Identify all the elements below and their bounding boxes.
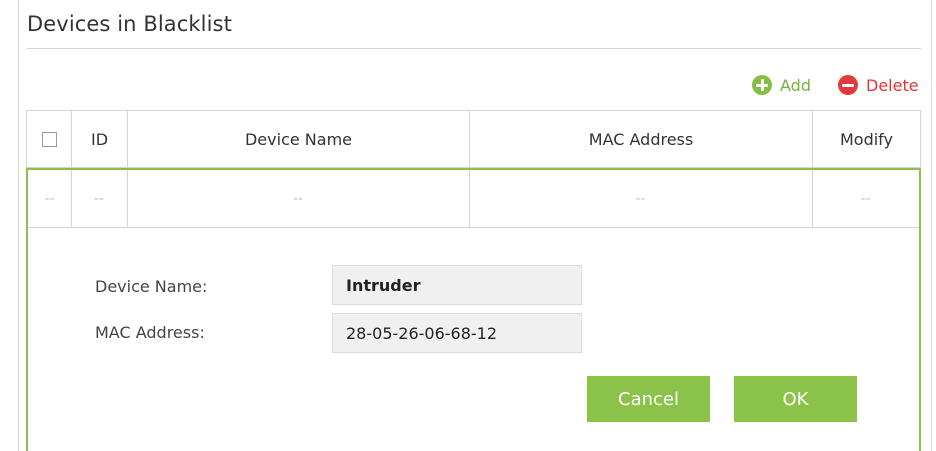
column-header-modify: Modify (812, 110, 921, 168)
select-all-checkbox[interactable] (41, 131, 57, 147)
ok-button[interactable]: OK (734, 376, 857, 422)
device-name-label: Device Name: (95, 277, 208, 296)
column-header-id: ID (71, 110, 128, 168)
mac-address-input[interactable] (332, 313, 582, 353)
minus-circle-icon (838, 75, 858, 95)
add-button-label: Add (780, 75, 811, 95)
edit-entry-panel: -- -- -- -- -- Device Name: MAC Address:… (26, 168, 921, 451)
delete-button[interactable]: Delete (838, 74, 919, 96)
header-select-all (26, 110, 72, 168)
editing-row-cell-id: -- (71, 170, 128, 228)
plus-circle-icon (752, 75, 772, 95)
mac-address-label: MAC Address: (95, 323, 205, 342)
device-name-input[interactable] (332, 265, 582, 305)
section-title: Devices in Blacklist (27, 12, 232, 36)
add-button[interactable]: Add (752, 74, 811, 96)
editing-row-cell-device-name: -- (127, 170, 470, 228)
delete-button-label: Delete (866, 75, 919, 95)
column-header-mac-address: MAC Address (469, 110, 813, 168)
cancel-button[interactable]: Cancel (587, 376, 710, 422)
editing-row-cell-select: -- (28, 170, 72, 228)
editing-row-cell-modify: -- (812, 170, 919, 228)
column-header-device-name: Device Name (127, 110, 470, 168)
title-divider (27, 48, 921, 49)
editing-row-cell-mac-address: -- (469, 170, 813, 228)
